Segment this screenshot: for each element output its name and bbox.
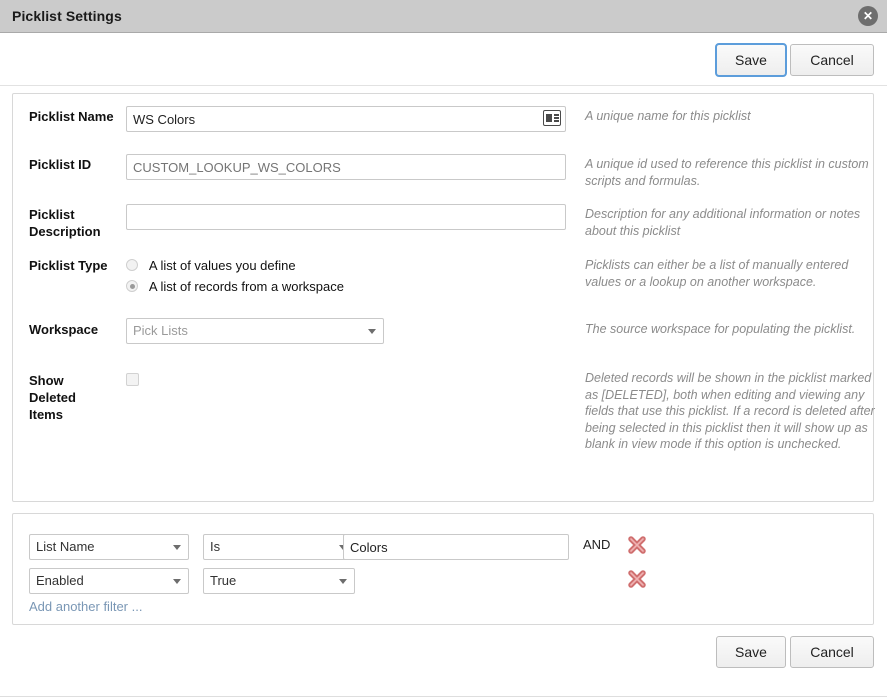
add-another-filter-link[interactable]: Add another filter ... — [29, 599, 142, 614]
radio-label-records-from-workspace: A list of records from a workspace — [149, 279, 344, 294]
filter-row: List Name Is AND — [13, 534, 873, 560]
filter-operator-select-0[interactable]: Is — [203, 534, 355, 560]
top-action-bar: Save Cancel — [0, 34, 887, 86]
filter-field-value-0: List Name — [36, 539, 95, 554]
label-workspace: Workspace — [29, 321, 129, 338]
picklist-name-input[interactable] — [126, 106, 566, 132]
filter-operator-select-1[interactable]: True — [203, 568, 355, 594]
radio-icon-checked[interactable] — [126, 280, 138, 292]
help-picklist-description: Description for any additional informati… — [585, 206, 877, 239]
filter-value-input-0[interactable] — [343, 534, 569, 560]
radio-option-records-from-workspace[interactable]: A list of records from a workspace — [126, 276, 344, 297]
contact-card-icon[interactable] — [543, 110, 561, 126]
workspace-select[interactable]: Pick Lists — [126, 318, 384, 344]
label-picklist-type: Picklist Type — [29, 257, 129, 274]
help-workspace: The source workspace for populating the … — [585, 321, 877, 338]
show-deleted-items-checkbox[interactable] — [126, 373, 139, 386]
cancel-button-bottom[interactable]: Cancel — [790, 636, 874, 668]
filter-panel: List Name Is AND Enabled — [12, 513, 874, 625]
window-title: Picklist Settings — [12, 8, 122, 24]
label-show-deleted-items: Show Deleted Items — [29, 372, 99, 423]
chevron-down-icon — [339, 579, 347, 584]
filter-row: Enabled True — [13, 568, 873, 594]
delete-x-icon[interactable] — [626, 534, 648, 556]
help-picklist-type: Picklists can either be a list of manual… — [585, 257, 877, 290]
close-icon[interactable]: ✕ — [858, 6, 878, 26]
cancel-button-top[interactable]: Cancel — [790, 44, 874, 76]
filter-field-select-0[interactable]: List Name — [29, 534, 189, 560]
radio-option-values-you-define[interactable]: A list of values you define — [126, 255, 344, 276]
radio-label-values-you-define: A list of values you define — [149, 258, 296, 273]
filter-field-value-1: Enabled — [36, 573, 84, 588]
filter-conjunction-0: AND — [583, 537, 610, 552]
save-button-bottom[interactable]: Save — [716, 636, 786, 668]
filter-operator-value-1: True — [210, 573, 236, 588]
picklist-id-input[interactable] — [126, 154, 566, 180]
chevron-down-icon — [368, 329, 376, 334]
delete-x-icon[interactable] — [626, 568, 648, 590]
picklist-description-input[interactable] — [126, 204, 566, 230]
label-picklist-name: Picklist Name — [29, 108, 129, 125]
window-titlebar: Picklist Settings ✕ — [0, 0, 887, 33]
chevron-down-icon — [173, 545, 181, 550]
help-picklist-id: A unique id used to reference this pickl… — [585, 156, 877, 189]
help-show-deleted-items: Deleted records will be shown in the pic… — [585, 370, 877, 453]
help-picklist-name: A unique name for this picklist — [585, 108, 877, 125]
label-picklist-id: Picklist ID — [29, 156, 129, 173]
radio-icon-unchecked[interactable] — [126, 259, 138, 271]
chevron-down-icon — [173, 579, 181, 584]
settings-panel: Picklist Name A unique name for this pic… — [12, 93, 874, 502]
label-picklist-description: Picklist Description — [29, 206, 129, 240]
save-button-top[interactable]: Save — [716, 44, 786, 76]
filter-operator-value-0: Is — [210, 539, 220, 554]
filter-field-select-1[interactable]: Enabled — [29, 568, 189, 594]
workspace-select-value: Pick Lists — [133, 323, 188, 338]
